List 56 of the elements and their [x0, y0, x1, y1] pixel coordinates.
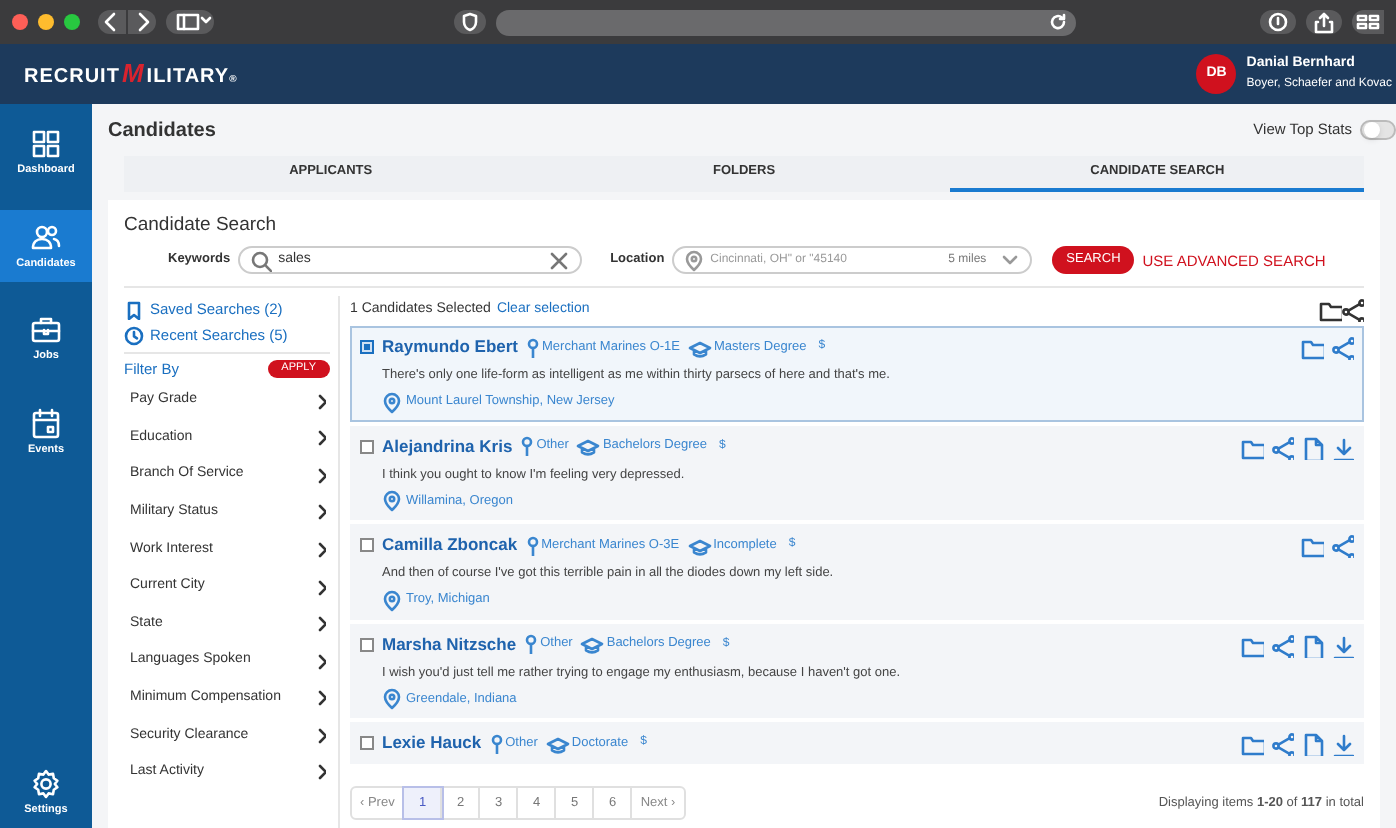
page-title: Candidates: [108, 117, 216, 145]
location-pin-icon: [382, 688, 402, 711]
candidate-name[interactable]: Alejandrina Kris: [382, 433, 513, 459]
chevron-right-icon: [314, 428, 326, 449]
share-icon[interactable]: [1340, 297, 1364, 322]
chevron-right-icon: [314, 762, 326, 783]
share-icon[interactable]: [1306, 10, 1342, 34]
checkbox[interactable]: [360, 439, 374, 454]
jobs-icon: [30, 314, 62, 346]
chevron-right-icon: [314, 577, 326, 598]
chevron-right-icon: [314, 465, 326, 486]
chevron-right-icon: [314, 539, 326, 560]
chevron-right-icon: [314, 391, 326, 412]
chevron-right-icon: [314, 725, 326, 746]
forward-icon[interactable]: [128, 10, 156, 34]
dashboard-icon: [30, 128, 62, 160]
checkbox[interactable]: [360, 736, 374, 751]
chevron-right-icon: [314, 651, 326, 672]
document-icon[interactable]: [1300, 732, 1324, 757]
checkbox[interactable]: [360, 637, 374, 652]
graduation-cap-icon: [688, 337, 713, 358]
location-pin-icon: [684, 249, 705, 272]
location-pin-icon: [382, 490, 402, 513]
reload-icon: [1048, 12, 1068, 32]
checkbox[interactable]: [360, 340, 374, 355]
shield-icon[interactable]: [454, 10, 486, 34]
top-stats-toggle[interactable]: [1360, 120, 1396, 140]
candidate-name[interactable]: Camilla Zboncak: [382, 532, 518, 558]
graduation-cap-icon: [687, 535, 712, 556]
folder-icon[interactable]: [1318, 297, 1342, 322]
tabs-icon[interactable]: [1352, 10, 1384, 34]
bookmark-icon: [124, 299, 144, 320]
chevron-right-icon: [314, 688, 326, 709]
location-pin-icon: [382, 589, 402, 612]
back-icon[interactable]: [98, 10, 126, 34]
candidate-name[interactable]: Marsha Nitzsche: [382, 631, 517, 657]
settings-icon: [30, 767, 62, 799]
sidebar-toggle-icon[interactable]: [166, 10, 214, 34]
graduation-cap-icon: [580, 634, 605, 655]
graduation-cap-icon: [545, 733, 570, 754]
candidate-name[interactable]: Lexie Hauck: [382, 730, 482, 756]
candidates-icon: [30, 221, 62, 253]
section-title: Candidate Search: [124, 212, 279, 240]
checkbox[interactable]: [360, 538, 374, 553]
chevron-right-icon: [314, 502, 326, 523]
chevron-right-icon: [314, 614, 326, 635]
address-bar[interactable]: [496, 9, 1076, 35]
graduation-cap-icon: [576, 436, 601, 457]
location-pin-icon: [382, 391, 402, 414]
document-icon[interactable]: [1300, 435, 1324, 460]
candidate-name[interactable]: Raymundo Ebert: [382, 334, 519, 360]
events-icon: [30, 407, 62, 439]
clock-icon: [124, 325, 144, 346]
clear-icon[interactable]: [548, 249, 571, 272]
document-icon[interactable]: [1300, 633, 1324, 658]
search-icon: [250, 249, 273, 272]
